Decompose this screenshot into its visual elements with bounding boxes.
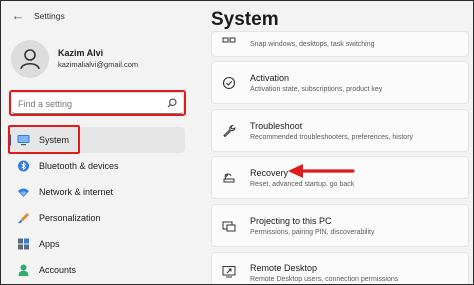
sidebar-item-label: System xyxy=(39,135,70,145)
profile-email: kazimalialvi@gmail.com xyxy=(58,60,139,69)
card-title: Projecting to this PC xyxy=(250,216,332,226)
avatar[interactable] xyxy=(11,40,49,78)
window-title: Settings xyxy=(34,11,65,21)
sidebar-item-label: Personalization xyxy=(39,213,101,223)
remote-desktop-icon xyxy=(222,266,236,278)
sidebar-item-label: Network & internet xyxy=(39,187,114,197)
search-input[interactable] xyxy=(18,96,163,111)
settings-card-troubleshoot[interactable]: Troubleshoot Recommended troubleshooters… xyxy=(211,109,469,152)
sidebar-item-personalization[interactable]: Personalization xyxy=(7,205,185,231)
sidebar-item-bluetooth[interactable]: Bluetooth & devices xyxy=(7,153,185,179)
card-description: Activation state, subscriptions, product… xyxy=(250,86,383,93)
page-title: System xyxy=(211,9,279,30)
search-icon[interactable] xyxy=(167,98,177,108)
settings-card-projecting[interactable]: Projecting to this PC Permissions, pairi… xyxy=(211,204,469,247)
check-circle-icon xyxy=(222,76,236,90)
settings-card-activation[interactable]: Activation Activation state, subscriptio… xyxy=(211,61,469,104)
person-icon xyxy=(18,264,29,276)
card-title: Recovery xyxy=(250,168,289,178)
profile-name: Kazim Alvi xyxy=(58,48,104,58)
card-description: Permissions, pairing PIN, discoverabilit… xyxy=(250,229,375,236)
card-title: Remote Desktop xyxy=(250,263,318,273)
bluetooth-icon xyxy=(18,160,29,172)
search-box[interactable] xyxy=(11,92,184,114)
card-description: Recommended troubleshooters, preferences… xyxy=(250,134,414,141)
wifi-icon xyxy=(18,188,29,197)
brush-icon xyxy=(18,213,29,224)
red-arrow-annotation xyxy=(288,164,355,178)
sidebar-item-network[interactable]: Network & internet xyxy=(7,179,185,205)
sidebar-item-label: Apps xyxy=(39,239,60,249)
multitasking-icon xyxy=(222,37,236,43)
settings-card-multitasking[interactable]: Snap windows, desktops, task switching xyxy=(211,31,469,57)
card-description: Reset, advanced startup, go back xyxy=(250,181,355,188)
sidebar-nav: System Bluetooth & devices Network & int… xyxy=(7,127,185,283)
card-title: Activation xyxy=(250,73,290,83)
sidebar-item-apps[interactable]: Apps xyxy=(7,231,185,257)
wrench-icon xyxy=(223,124,236,138)
card-title: Troubleshoot xyxy=(250,121,303,131)
settings-card-remote-desktop[interactable]: Remote Desktop Remote Desktop users, con… xyxy=(211,252,469,284)
settings-window: ← Settings Kazim Alvi kazimalialvi@gmail… xyxy=(0,0,474,285)
sidebar-item-label: Bluetooth & devices xyxy=(39,161,119,171)
monitor-icon xyxy=(17,135,30,146)
projector-icon xyxy=(222,221,236,232)
back-arrow-icon[interactable]: ← xyxy=(9,7,27,25)
sidebar-item-accounts[interactable]: Accounts xyxy=(7,257,185,283)
apps-grid-icon xyxy=(18,238,29,250)
sidebar-item-system[interactable]: System xyxy=(7,127,185,153)
title-bar: ← Settings xyxy=(1,1,201,31)
card-description: Snap windows, desktops, task switching xyxy=(250,41,375,48)
card-description: Remote Desktop users, connection permiss… xyxy=(250,276,399,283)
recovery-icon xyxy=(223,173,235,183)
selection-indicator xyxy=(8,134,11,146)
user-silhouette-icon xyxy=(20,49,40,70)
sidebar-item-label: Accounts xyxy=(39,265,77,275)
